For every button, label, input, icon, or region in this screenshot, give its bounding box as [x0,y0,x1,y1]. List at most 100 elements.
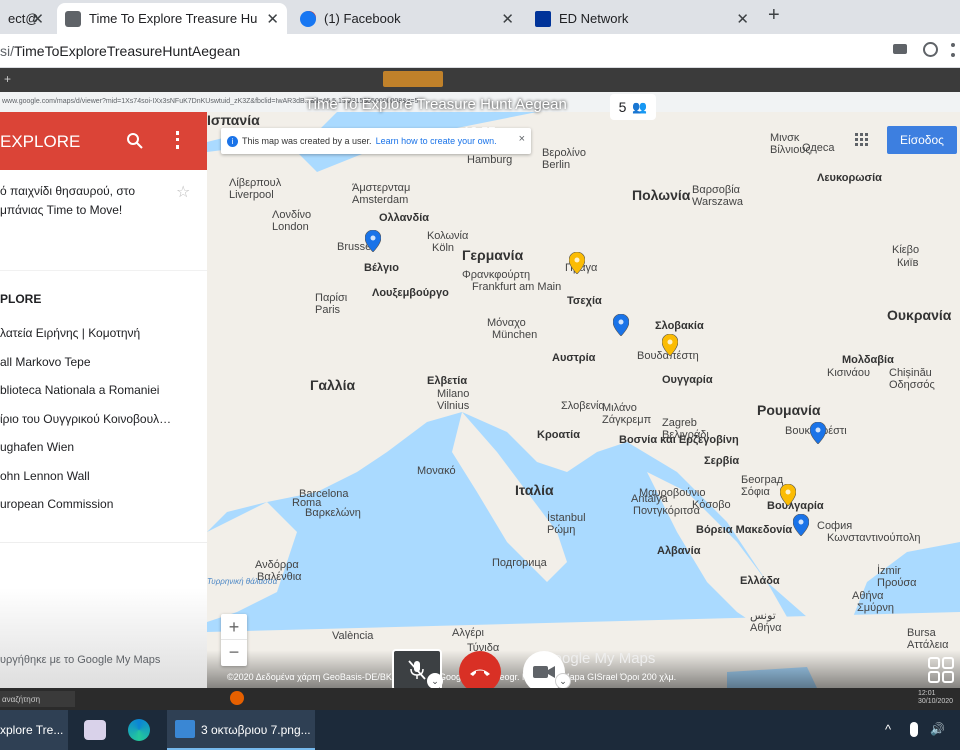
map-label: Σλοβακία [655,320,704,332]
tab-close-icon[interactable]: ✕ [31,10,44,28]
map-pin-marker[interactable] [365,230,381,252]
tile-layout-icon[interactable] [928,657,954,683]
close-icon[interactable]: × [519,133,525,145]
zoom-out-button[interactable]: − [221,640,247,666]
search-icon[interactable] [127,133,143,149]
inner-search-box[interactable]: αναζήτηση [0,691,75,707]
map-label: تونس [750,610,776,622]
video-camera-icon [533,666,555,678]
microphone-icon[interactable] [910,722,918,737]
sidebar-footer: υργήθηκε με το Google My Maps [0,654,161,666]
sidebar-header: EXPLORE [0,112,207,170]
map-pin-marker[interactable] [810,422,826,444]
map-label: Σόφια [741,486,770,498]
map-label: Λονδίνο [272,209,312,221]
eu-flag-icon [535,10,551,27]
tab-close-icon[interactable]: ✕ [266,10,279,28]
map-label: İstanbul [547,512,586,524]
map-canvas[interactable]: Πολωνία Γερμανία Γαλλία Ιταλία Ρουμανία Ουκρα… [207,112,960,688]
map-label: Ολλανδία [379,212,430,224]
sidebar-title: EXPLORE [0,132,81,151]
map-label: Κίεβο [892,244,920,256]
tab-email[interactable]: ect@ ✕ [0,3,52,34]
map-label: Berlin [542,159,571,171]
map-label: Barcelona [299,488,349,500]
tab-ed-network[interactable]: ED Network ✕ [527,3,757,34]
map-label: Μονακό [417,465,456,477]
firefox-icon[interactable] [230,691,244,705]
camera-options-chevron-icon[interactable]: ⌄ [555,673,571,689]
tab-treasure-hunt[interactable]: Time To Explore Treasure Hu ✕ [57,3,315,34]
meeting-title: Time To Explore Treasure Hunt Aegean [305,96,567,113]
map-attribution: ©2020 Δεδομένα χάρτη GeoBasis-DE/BKG (©2… [227,672,677,682]
inner-tabbar: + [0,68,960,92]
apps-grid-icon[interactable] [855,133,869,147]
photos-icon [175,720,195,738]
list-item[interactable]: blioteca Nationala a Romaniei [0,383,207,412]
map-label: Antalya [631,493,668,505]
zoom-in-button[interactable]: + [221,614,247,640]
map-pin-marker[interactable] [780,484,796,506]
mic-options-chevron-icon[interactable]: ⌄ [427,673,443,689]
map-label: Κωνσταντινούπολη [827,532,921,544]
map-label: Köln [432,242,455,254]
speaker-icon[interactable]: 🔊 [930,722,945,736]
paint-icon[interactable] [84,720,106,740]
map-label: Milano [437,388,470,400]
taskbar-app-explore[interactable]: xplore Tre... [0,710,68,750]
taskbar: xplore Tre... 3 οκτωβριου 7.png... ^ 🔊 [0,710,960,750]
info-icon: i [227,135,238,147]
camera-icon[interactable] [893,44,907,54]
map-label: Πολωνία [632,187,691,203]
edge-icon[interactable] [128,719,150,741]
tab-close-icon[interactable]: ✕ [736,10,749,28]
map-label: Γαλλία [310,377,356,393]
map-pin-marker[interactable] [569,252,585,274]
divider [0,270,207,271]
map-label: Ελλάδα [740,575,780,587]
map-pin-marker[interactable] [662,334,678,356]
signin-button[interactable]: Είσοδος [887,126,957,154]
list-item[interactable]: ίριο του Ουγγρικού Κοινοβουλ… [0,412,207,441]
map-sidebar: EXPLORE ό παιχνίδι θησαυρού, στο μπάνιας… [0,112,207,688]
info-text: This map was created by a user. [242,136,372,146]
chevron-up-icon[interactable]: ^ [885,722,891,737]
list-item[interactable]: all Markovo Tepe [0,355,207,384]
more-icon[interactable] [951,43,955,57]
map-label: Σερβία [704,455,740,467]
url-text[interactable]: si/TimeToExploreTreasureHuntAegean [0,43,240,59]
map-label: Τυρρηνική θάλασσα [207,577,278,586]
more-vert-icon[interactable] [176,131,179,149]
tab-facebook[interactable]: (1) Facebook ✕ [292,3,522,34]
map-label: Κισινάου [827,367,871,379]
map-label: Λίβερπουλ [229,177,282,189]
taskbar-app-label: 3 οκτωβριου 7.png... [201,723,311,737]
address-bar[interactable]: si/TimeToExploreTreasureHuntAegean [0,34,960,68]
map-pin-marker[interactable] [613,314,629,336]
map-label: Βαρκελώνη [305,507,361,519]
meeting-timer: 13:57 [463,124,496,139]
mic-off-icon [408,660,426,680]
map-label: Hamburg [467,154,513,166]
map-label: London [272,221,309,233]
participants-badge[interactable]: 5 👥 [610,94,656,120]
map-label: Αθήνα [750,622,782,634]
list-item[interactable]: uropean Commission [0,497,207,526]
map-label: Подгорица [492,557,547,569]
map-pin-marker[interactable] [793,514,809,536]
map-label: München [492,329,538,341]
map-label: Ρουμανία [757,402,821,418]
map-label: Σλοβενία [561,400,605,412]
map-label: Παρίσι [315,292,348,304]
new-tab-button[interactable]: + [768,4,780,27]
list-item[interactable]: ohn Lennon Wall [0,469,207,498]
map-label: Ουκρανία [887,307,952,323]
list-item[interactable]: λατεία Ειρήνης | Κομοτηνή [0,326,207,355]
hangup-button[interactable] [459,651,501,693]
taskbar-app-image[interactable]: 3 οκτωβριου 7.png... [167,710,315,750]
add-circle-icon[interactable] [923,42,938,57]
map-label: Frankfurt am Main [472,281,562,293]
star-icon[interactable]: ☆ [176,182,190,202]
list-item[interactable]: ughafen Wien [0,440,207,469]
tab-close-icon[interactable]: ✕ [501,10,514,28]
